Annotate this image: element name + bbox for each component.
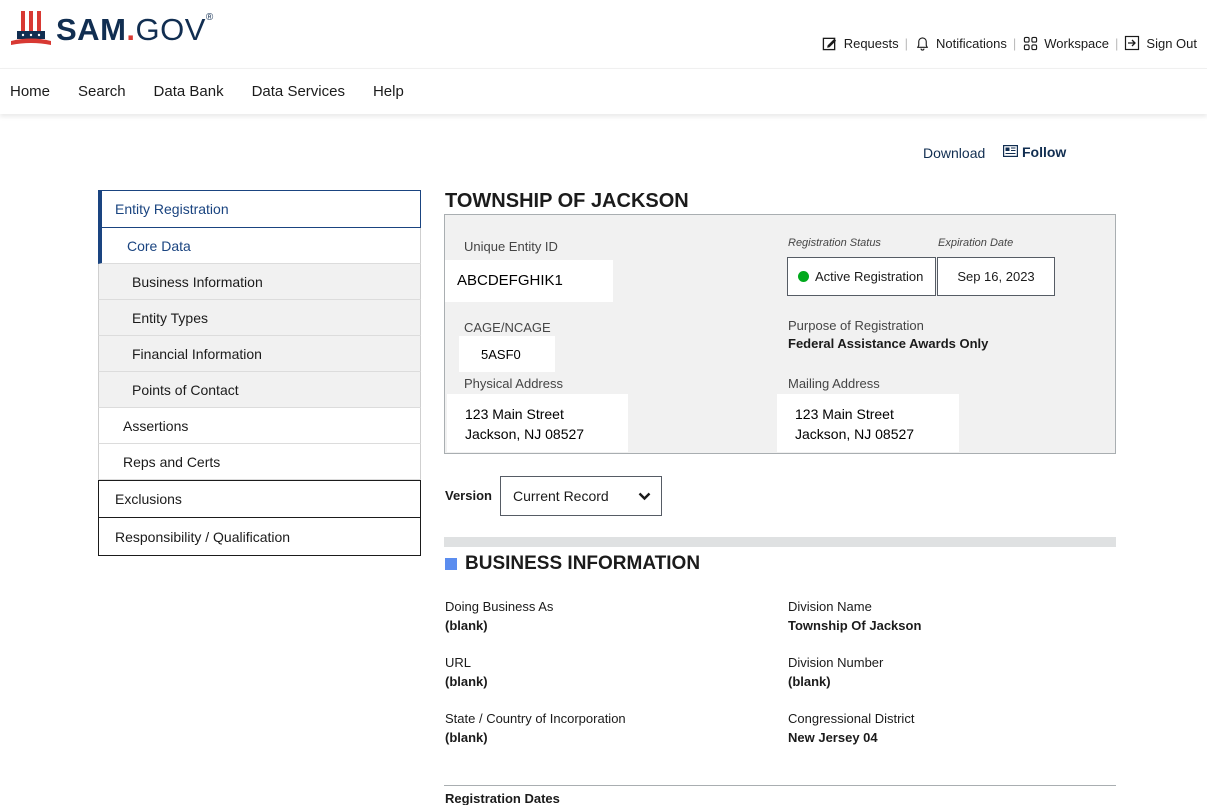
sidebar-item-label: Exclusions	[115, 491, 182, 507]
division-name-value: Township Of Jackson	[788, 618, 922, 633]
cage-value-box: 5ASF0	[459, 336, 555, 372]
nav-data-bank[interactable]: Data Bank	[144, 83, 234, 100]
sidebar-item-label: Business Information	[132, 273, 263, 290]
mailing-address-box: 123 Main Street Jackson, NJ 08527	[777, 394, 959, 452]
sign-out-icon	[1124, 35, 1140, 51]
division-name-label: Division Name	[788, 599, 872, 614]
newspaper-icon	[1003, 144, 1019, 160]
purpose-label: Purpose of Registration	[788, 318, 924, 333]
state-incorporation-label: State / Country of Incorporation	[445, 711, 626, 726]
entity-title: TOWNSHIP OF JACKSON	[445, 190, 689, 212]
sidebar-item-points-of-contact[interactable]: Points of Contact	[98, 372, 421, 408]
cage-label: CAGE/NCAGE	[464, 320, 551, 335]
section-divider	[444, 537, 1116, 547]
sidebar-item-entity-types[interactable]: Entity Types	[98, 300, 421, 336]
separator: |	[1115, 35, 1119, 51]
sidebar-item-core-data[interactable]: Core Data	[98, 228, 421, 264]
congressional-district-value: New Jersey 04	[788, 730, 878, 745]
chevron-down-icon	[638, 488, 651, 504]
physical-address-line2: Jackson, NJ 08527	[465, 426, 585, 442]
physical-address-line1: 123 Main Street	[465, 406, 564, 422]
logo-text: SAM.GOV®	[56, 12, 214, 47]
sign-out-link[interactable]: Sign Out	[1120, 35, 1201, 51]
uei-label: Unique Entity ID	[464, 239, 558, 254]
requests-link[interactable]: Requests	[818, 35, 903, 51]
dba-label: Doing Business As	[445, 599, 554, 614]
sidebar-item-assertions[interactable]: Assertions	[98, 408, 421, 444]
version-label: Version	[445, 488, 492, 503]
separator: |	[904, 35, 909, 51]
workspace-link[interactable]: Workspace	[1018, 35, 1113, 51]
flag-hat-icon	[11, 11, 51, 45]
uei-value-box: ABCDEFGHIK1	[445, 260, 613, 302]
sidebar-item-label: Reps and Certs	[123, 453, 221, 470]
mailing-address-label: Mailing Address	[788, 376, 880, 391]
download-link[interactable]: Download	[923, 145, 985, 161]
physical-address-label: Physical Address	[464, 376, 563, 391]
version-select[interactable]: Current Record	[500, 476, 662, 516]
division-number-value: (blank)	[788, 674, 831, 689]
main-nav: Home Search Data Bank Data Services Help	[0, 68, 1207, 114]
sidebar-item-label: Entity Registration	[115, 201, 229, 217]
congressional-district-label: Congressional District	[788, 711, 915, 726]
nav-data-services[interactable]: Data Services	[242, 83, 355, 100]
registration-status-badge: Active Registration	[787, 257, 936, 296]
requests-label: Requests	[843, 35, 899, 51]
active-status-dot	[798, 271, 809, 282]
sidebar-item-exclusions[interactable]: Exclusions	[98, 480, 421, 518]
registration-dates-heading: Registration Dates	[445, 791, 560, 805]
follow-label: Follow	[1022, 144, 1067, 160]
sidebar-item-business-information[interactable]: Business Information	[98, 264, 421, 300]
section-title: BUSINESS INFORMATION	[465, 553, 701, 574]
sidebar-item-responsibility-qualification[interactable]: Responsibility / Qualification	[98, 518, 421, 556]
grid-icon	[1022, 35, 1038, 51]
edit-icon	[822, 35, 838, 51]
version-selected-value: Current Record	[513, 488, 609, 504]
nav-search[interactable]: Search	[68, 83, 136, 100]
section-marker-icon	[445, 558, 457, 570]
sam-logo[interactable]: SAM.GOV®	[10, 10, 214, 50]
sidebar-item-label: Points of Contact	[132, 381, 239, 398]
sidebar-item-label: Responsibility / Qualification	[115, 528, 291, 545]
sidebar-item-financial-information[interactable]: Financial Information	[98, 336, 421, 372]
mailing-address-line1: 123 Main Street	[795, 406, 894, 422]
entity-summary-panel: Unique Entity ID ABCDEFGHIK1 CAGE/NCAGE …	[444, 214, 1116, 454]
state-incorporation-value: (blank)	[445, 730, 488, 745]
url-value: (blank)	[445, 674, 488, 689]
expiration-date-label: Expiration Date	[938, 237, 1014, 249]
registration-status-value: Active Registration	[815, 269, 924, 284]
sidebar-item-label: Financial Information	[132, 345, 262, 362]
uei-value: ABCDEFGHIK1	[457, 272, 563, 289]
sidebar-item-reps-and-certs[interactable]: Reps and Certs	[98, 444, 421, 480]
nav-help[interactable]: Help	[363, 83, 414, 100]
expiration-date-box: Sep 16, 2023	[937, 257, 1055, 296]
purpose-value: Federal Assistance Awards Only	[788, 336, 989, 351]
notifications-link[interactable]: Notifications	[910, 35, 1011, 51]
sidebar-nav: Entity Registration Core Data Business I…	[98, 190, 421, 556]
physical-address-box: 123 Main Street Jackson, NJ 08527	[447, 394, 628, 452]
sidebar-item-label: Entity Types	[132, 309, 209, 326]
follow-button[interactable]: Follow	[1003, 144, 1066, 160]
bell-icon	[914, 35, 930, 51]
business-information-heading: BUSINESS INFORMATION	[445, 553, 700, 575]
notifications-label: Notifications	[936, 35, 1007, 51]
dba-value: (blank)	[445, 618, 488, 633]
separator: |	[1012, 35, 1017, 51]
nav-home[interactable]: Home	[0, 83, 60, 100]
utility-nav: Requests | Notifications | Workspace | S…	[818, 35, 1201, 51]
expiration-date-value: Sep 16, 2023	[957, 269, 1035, 284]
sidebar-item-label: Assertions	[123, 417, 189, 434]
sign-out-label: Sign Out	[1146, 35, 1197, 51]
cage-value: 5ASF0	[481, 347, 521, 362]
registration-status-label: Registration Status	[788, 237, 881, 249]
division-number-label: Division Number	[788, 655, 884, 670]
sidebar-item-label: Core Data	[127, 237, 191, 254]
sidebar-item-entity-registration[interactable]: Entity Registration	[98, 190, 421, 228]
url-label: URL	[445, 655, 472, 670]
registration-dates-divider	[444, 785, 1116, 786]
mailing-address-line2: Jackson, NJ 08527	[795, 426, 915, 442]
workspace-label: Workspace	[1044, 35, 1110, 51]
